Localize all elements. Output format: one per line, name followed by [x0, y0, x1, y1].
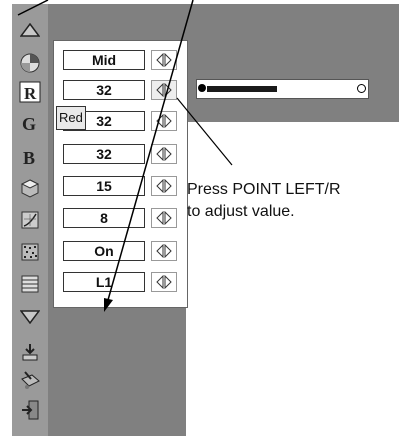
instruction-note: Press POINT LEFT/R to adjust value.: [187, 181, 341, 220]
